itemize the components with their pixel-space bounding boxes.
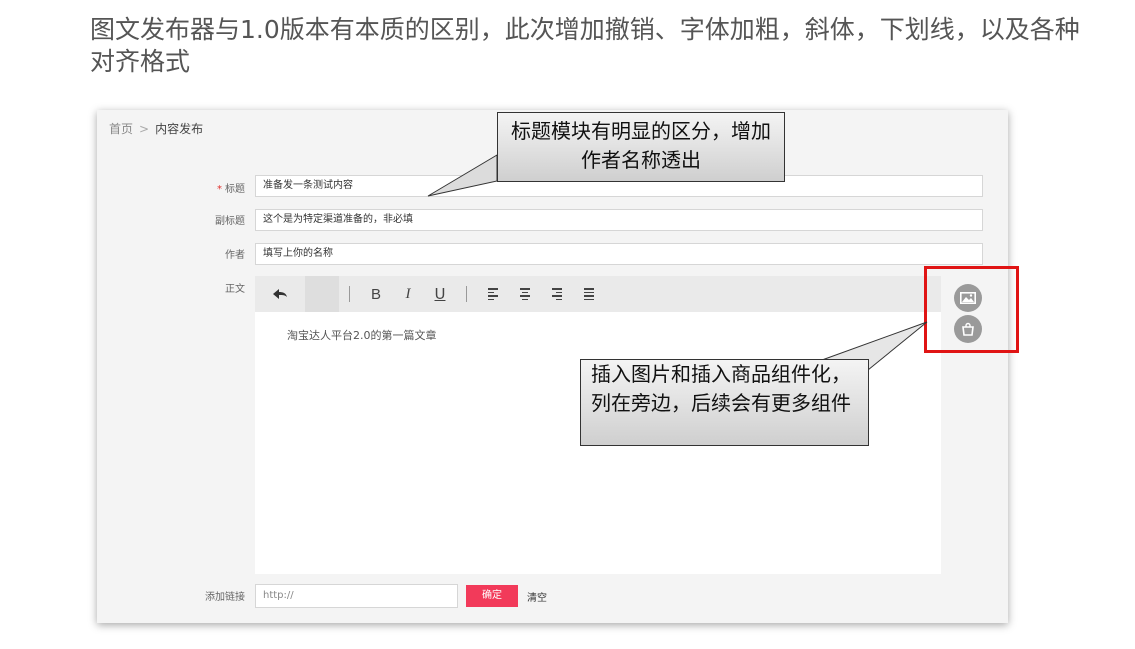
link-input[interactable]: http:// (255, 584, 458, 608)
breadcrumb-home[interactable]: 首页 (109, 122, 133, 136)
breadcrumb-separator: > (139, 122, 150, 136)
confirm-button[interactable]: 确定 (466, 585, 518, 607)
clear-button[interactable]: 清空 (527, 589, 547, 604)
title-label: * 标题 (165, 180, 245, 195)
author-label: 作者 (225, 250, 245, 261)
editor-window: 首页 > 内容发布 * 标题 准备发一条测试内容 副标题 这个是为特定渠道准备的，非必… (97, 110, 1008, 623)
title-label-text: 标题 (225, 184, 245, 195)
underline-button[interactable]: U (424, 276, 456, 312)
subtitle-label: 副标题 (215, 216, 245, 227)
author-input[interactable]: 填写上你的名称 (255, 243, 983, 265)
undo-icon[interactable] (255, 276, 305, 312)
toolbar-divider (466, 286, 467, 302)
toolbar-divider (349, 286, 350, 302)
align-center-icon[interactable] (509, 276, 541, 312)
slide-title: 图文发布器与1.0版本有本质的区别，此次增加撤销、字体加粗，斜体，下划线，以及各… (90, 15, 1080, 76)
align-justify-icon[interactable] (573, 276, 605, 312)
bold-button[interactable]: B (360, 276, 392, 312)
title-module-callout: 标题模块有明显的区分，增加作者名称透出 (497, 112, 785, 182)
align-right-icon[interactable] (541, 276, 573, 312)
editor-toolbar: B I U (255, 276, 941, 312)
breadcrumb-current: 内容发布 (155, 122, 204, 136)
italic-button[interactable]: I (392, 276, 424, 312)
editor-content[interactable]: 淘宝达人平台2.0的第一篇文章 (287, 327, 437, 343)
components-callout: 插入图片和插入商品组件化，列在旁边，后续会有更多组件 (580, 359, 869, 446)
subtitle-input[interactable]: 这个是为特定渠道准备的，非必填 (255, 209, 983, 231)
required-mark: * (217, 184, 222, 195)
highlight-box (924, 266, 1019, 353)
toolbar-blank-slot[interactable] (305, 276, 339, 312)
breadcrumb: 首页 > 内容发布 (109, 120, 203, 137)
body-label: 正文 (225, 284, 245, 295)
add-link-label: 添加链接 (205, 592, 245, 603)
align-left-icon[interactable] (477, 276, 509, 312)
